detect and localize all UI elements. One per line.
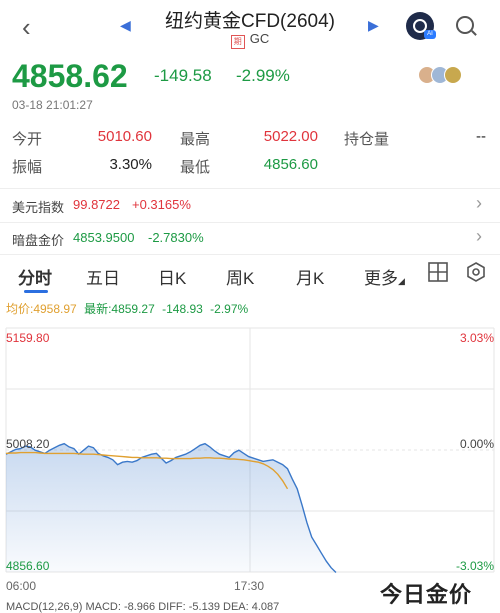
tab-weekly-k[interactable]: 周K [226,264,254,289]
y-axis-left-tick: 4856.60 [6,559,50,573]
active-tab-indicator [24,290,48,293]
intraday-chart[interactable]: 5159.80 5008.20 4856.60 3.03% 0.00% -3.03% 06:… [0,318,500,598]
x-axis-tick: 17:30 [234,579,264,593]
chart-legend: 均价:4958.97 最新:4859.27 -148.93 -2.97% [6,300,248,317]
low-value: 4856.60 [263,156,318,173]
chevron-right-icon: › [476,226,482,246]
chart-series [5,442,337,574]
open-value: 5010.60 [97,128,152,145]
related-label: 美元指数 [12,200,65,215]
high-label: 最高 [180,131,211,148]
price-change-percent: -2.99% [236,66,290,85]
period-tabs: 分时 五日 日K 周K 月K 更多◢ [0,256,500,296]
related-row-usd-index[interactable]: 美元指数 99.8722 +0.3165% › [0,190,500,222]
tab-daily-k[interactable]: 日K [158,264,186,289]
tab-more[interactable]: 更多◢ [364,264,405,289]
divider [0,254,500,255]
y-axis-right-tick: 0.00% [460,437,494,451]
latest-change: -148.93 [162,302,203,316]
related-value: 4853.9500 [73,230,135,245]
search-icon[interactable] [456,16,474,34]
divider [0,222,500,223]
open-interest-value: -- [476,128,486,145]
avatar [444,66,462,84]
ai-badge: AI [424,30,436,39]
low-label: 最低 [180,159,211,176]
instrument-title: 纽约黄金CFD(2604) [165,11,335,32]
related-value: 99.8722 [73,197,120,212]
caret-down-icon: ◢ [398,276,405,286]
settings-icon[interactable] [466,262,486,287]
y-axis-right-tick: -3.03% [456,559,494,573]
y-axis-left-tick: 5008.20 [6,437,50,451]
watermark: 今日金价 [380,582,473,607]
x-axis-tick: 06:00 [6,579,36,593]
related-change: +0.3165% [132,197,191,212]
amplitude-value: 3.30% [109,156,152,173]
app-header: ‹ ◀ 纽约黄金CFD(2604) ▶ 期 GC AI [0,0,500,52]
y-axis-right-tick: 3.03% [460,331,494,345]
last-price: 4858.62 [12,58,128,94]
related-label: 暗盘金价 [12,233,65,248]
latest-price-label: 最新:4859.27 [84,302,155,316]
tab-five-day[interactable]: 五日 [86,264,120,289]
tab-more-label: 更多 [364,269,398,288]
price-change: -149.58 [154,66,212,85]
community-avatars[interactable] [418,66,488,84]
amplitude-label: 振幅 [12,159,43,176]
high-value: 5022.00 [263,128,318,145]
futures-badge: 期 [230,35,245,49]
grid-icon[interactable] [428,262,448,287]
tab-monthly-k[interactable]: 月K [296,264,324,289]
chevron-right-icon: › [476,193,482,213]
related-change: -2.7830% [148,230,204,245]
price-area-fill [6,443,336,573]
tab-intraday[interactable]: 分时 [18,264,52,289]
latest-change-pct: -2.97% [210,302,249,316]
divider [0,188,500,189]
open-interest-label: 持仓量 [344,131,390,148]
instrument-code-text: GC [249,31,270,46]
quote-timestamp: 03-18 21:01:27 [12,98,93,112]
y-axis-left-tick: 5159.80 [6,331,50,345]
related-row-dark-gold[interactable]: 暗盘金价 4853.9500 -2.7830% › [0,224,500,254]
open-label: 今开 [12,131,43,148]
macd-indicator-strip: MACD(12,26,9) MACD: -8.966 DIFF: -5.139 … [6,601,280,613]
avg-price-label: 均价:4958.97 [6,302,77,316]
